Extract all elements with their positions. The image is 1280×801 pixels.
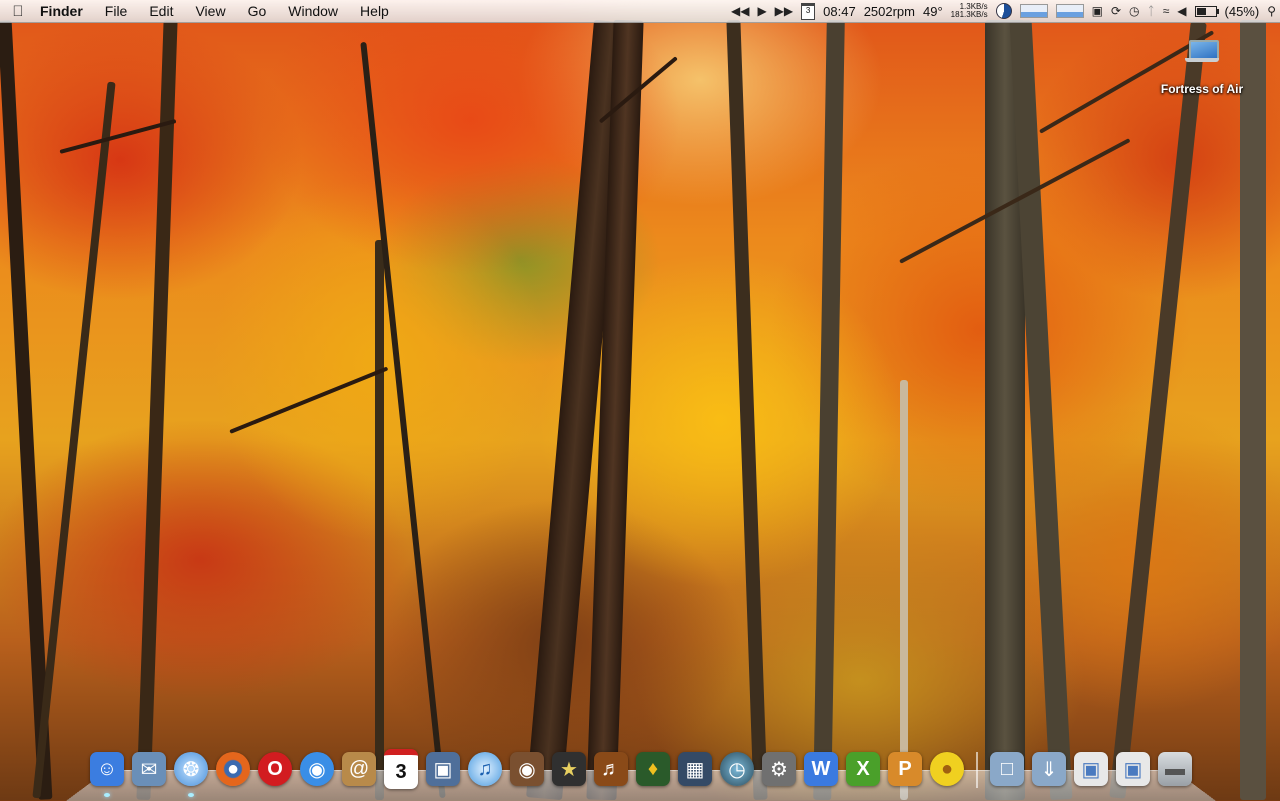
activity-graph-icon[interactable] [1055,4,1084,18]
itunes-icon: ♫ [468,752,502,786]
dock-garageband[interactable]: ♬ [592,750,630,788]
ical-icon: 3 [384,749,418,789]
garageband-icon: ♬ [594,752,628,786]
dock-safari[interactable]: ❂ [172,750,210,797]
p-app-icon: P [888,752,922,786]
folder-icon: ⇓ [1032,752,1066,786]
dock: ☺ ✉ ❂ ● O ◉ @ 3 ▣ ♫ ◉ ★ ♬ ♦ ▦ ◷ ⚙ W X P … [88,744,1194,797]
document-icon: ▣ [1116,752,1150,786]
cocktail-icon: ♦ [636,752,670,786]
temperature-readout[interactable]: 49° [923,4,943,19]
net-down-rate: 181.3KB/s [950,10,988,19]
imovie-icon: ★ [552,752,586,786]
preview-icon: ✉ [132,752,166,786]
dock-opera[interactable]: O [256,750,294,788]
duck-icon: ● [930,752,964,786]
wifi-icon[interactable]: ≈ [1163,4,1170,18]
menu-view[interactable]: View [184,0,236,22]
display-icon[interactable]: ▣ [1092,4,1103,18]
dock-cyberduck[interactable]: ● [928,750,966,788]
menu-bar:  Finder File Edit View Go Window Help ◀… [0,0,1280,23]
fast-forward-icon[interactable]: ▶▶ [775,4,793,18]
desktop-volume-icon[interactable]: Fortress of Air [1150,40,1254,96]
time-machine-icon: ◷ [720,752,754,786]
menu-go[interactable]: Go [237,0,278,22]
rewind-icon[interactable]: ◀◀ [731,4,749,18]
dock-photo-booth[interactable]: ◉ [508,750,546,788]
battery-icon[interactable] [1194,5,1219,17]
dock-iphoto[interactable]: ▣ [424,750,462,788]
folder-icon: □ [990,752,1024,786]
dock-finder[interactable]: ☺ [88,750,126,797]
apple-icon[interactable]:  [0,3,36,20]
dock-documents-stack[interactable]: □ [988,750,1026,788]
document-icon: ▣ [1074,752,1108,786]
sync-icon[interactable]: ⟳ [1111,4,1121,18]
dock-trash[interactable]: ▬ [1156,750,1194,788]
calendar-icon[interactable]: 3 [801,2,816,20]
play-icon[interactable]: ▶ [757,4,766,18]
dock-time-machine[interactable]: ◷ [718,750,756,788]
menu-extras: ◀◀ ▶ ▶▶ 3 08:47 2502rpm 49° 1.3KB/s 181.… [731,0,1276,22]
x-app-icon: X [846,752,880,786]
fan-speed-readout[interactable]: 2502rpm [864,4,915,19]
opera-icon: O [258,752,292,786]
dock-downloads-stack[interactable]: ⇓ [1030,750,1068,788]
finder-icon: ☺ [90,752,124,786]
dock-web-document[interactable]: ▣ [1072,750,1110,788]
dock-web-document-2[interactable]: ▣ [1114,750,1152,788]
battery-percent[interactable]: (45%) [1225,4,1260,19]
trash-icon: ▬ [1158,752,1192,786]
cpu-pie-icon[interactable] [995,3,1012,19]
spotlight-icon[interactable]: ⚲ [1267,4,1276,18]
dock-x-app[interactable]: X [844,750,882,788]
menu-app-finder[interactable]: Finder [36,0,94,22]
dock-separator [976,752,978,788]
menu-file[interactable]: File [94,0,139,22]
menu-window[interactable]: Window [277,0,349,22]
w-app-icon: W [804,752,838,786]
volume-icon[interactable]: ◀ [1177,4,1186,18]
desktop-wallpaper [0,0,1280,800]
time-machine-icon[interactable]: ◷ [1129,4,1139,18]
laptop-icon [1185,40,1219,62]
activity-graph-icon[interactable] [1019,4,1048,18]
gear-icon: ⚙ [762,752,796,786]
iphoto-icon: ▣ [426,752,460,786]
dock-address-book[interactable]: @ [340,750,378,788]
desktop-volume-label: Fortress of Air [1160,82,1244,96]
dock-cocktail[interactable]: ♦ [634,750,672,788]
dock-firefox[interactable]: ● [214,750,252,788]
network-speed-readout[interactable]: 1.3KB/s 181.3KB/s [951,3,988,19]
running-indicator [104,793,110,797]
menu-clock[interactable]: 08:47 [823,4,856,19]
menu-edit[interactable]: Edit [138,0,184,22]
dock-system-preferences[interactable]: ⚙ [760,750,798,788]
dock-w-app[interactable]: W [802,750,840,788]
menu-help[interactable]: Help [349,0,400,22]
running-indicator [188,793,194,797]
firefox-icon: ● [216,752,250,786]
dashboard-icon: ▦ [678,752,712,786]
dock-ical[interactable]: 3 [382,749,420,789]
bluetooth-icon[interactable]: ᛏ [1147,4,1154,18]
dock-itunes[interactable]: ♫ [466,750,504,788]
photo-booth-icon: ◉ [510,752,544,786]
dock-p-app[interactable]: P [886,750,924,788]
address-book-icon: @ [342,752,376,786]
safari-icon: ❂ [174,752,208,786]
dock-ichat[interactable]: ◉ [298,750,336,788]
dock-preview[interactable]: ✉ [130,750,168,788]
dock-imovie[interactable]: ★ [550,750,588,788]
ichat-icon: ◉ [300,752,334,786]
dock-dashboard[interactable]: ▦ [676,750,714,788]
